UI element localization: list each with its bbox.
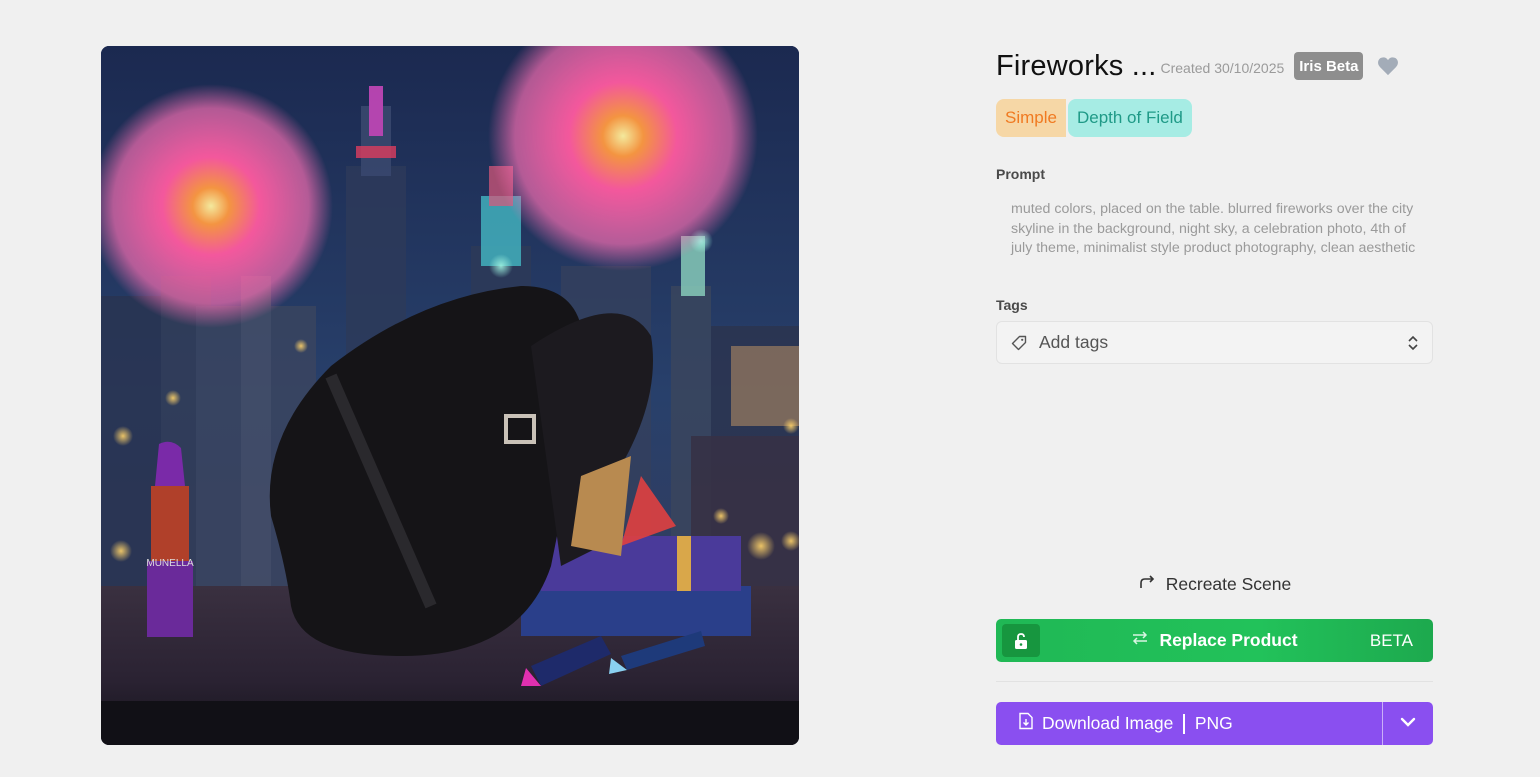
- generated-image: MUNELLA: [101, 46, 799, 745]
- chevron-up-down-icon: [1406, 334, 1420, 352]
- image-title: Fireworks ...: [996, 49, 1157, 82]
- replace-label-group: Replace Product: [996, 630, 1433, 651]
- model-badge: Iris Beta: [1294, 52, 1364, 80]
- tags-select[interactable]: Add tags: [996, 321, 1433, 364]
- download-button-group: Download Image PNG: [996, 702, 1433, 745]
- lipstick-label: MUNELLA: [146, 558, 194, 569]
- heart-icon[interactable]: [1377, 55, 1399, 77]
- tags-label: Tags: [996, 297, 1028, 313]
- download-image-button[interactable]: Download Image PNG: [996, 702, 1382, 745]
- generated-image-art: MUNELLA: [101, 46, 799, 745]
- recreate-label: Recreate Scene: [1165, 574, 1292, 594]
- created-date: Created 30/10/2025: [1160, 60, 1285, 76]
- beta-badge: BETA: [1369, 630, 1413, 650]
- header-row: Fireworks ... Created 30/10/2025 Iris Be…: [996, 50, 1399, 82]
- swap-arrows-icon: [1131, 630, 1149, 651]
- recreate-scene-button[interactable]: Recreate Scene: [996, 574, 1433, 595]
- style-chips: Simple Depth of Field: [996, 99, 1192, 137]
- redo-arrow-icon: [1138, 574, 1156, 595]
- tags-placeholder: Add tags: [1039, 332, 1109, 352]
- format-separator: [1183, 713, 1185, 734]
- chevron-down-icon: [1399, 715, 1417, 733]
- replace-product-button[interactable]: Replace Product BETA: [996, 619, 1433, 662]
- tag-icon: [1011, 334, 1029, 352]
- download-label: Download Image: [1042, 713, 1174, 733]
- unlock-icon[interactable]: [1002, 624, 1040, 657]
- chip-simple[interactable]: Simple: [996, 99, 1066, 137]
- divider: [996, 681, 1433, 682]
- file-download-icon: [1018, 712, 1034, 735]
- download-format: PNG: [1194, 713, 1233, 733]
- prompt-text: muted colors, placed on the table. blurr…: [1011, 201, 1416, 256]
- replace-label: Replace Product: [1159, 630, 1298, 650]
- chip-depth-of-field[interactable]: Depth of Field: [1067, 99, 1192, 137]
- details-panel: Fireworks ... Created 30/10/2025 Iris Be…: [996, 46, 1433, 745]
- download-options-dropdown[interactable]: [1383, 702, 1433, 745]
- prompt-label: Prompt: [996, 166, 1045, 182]
